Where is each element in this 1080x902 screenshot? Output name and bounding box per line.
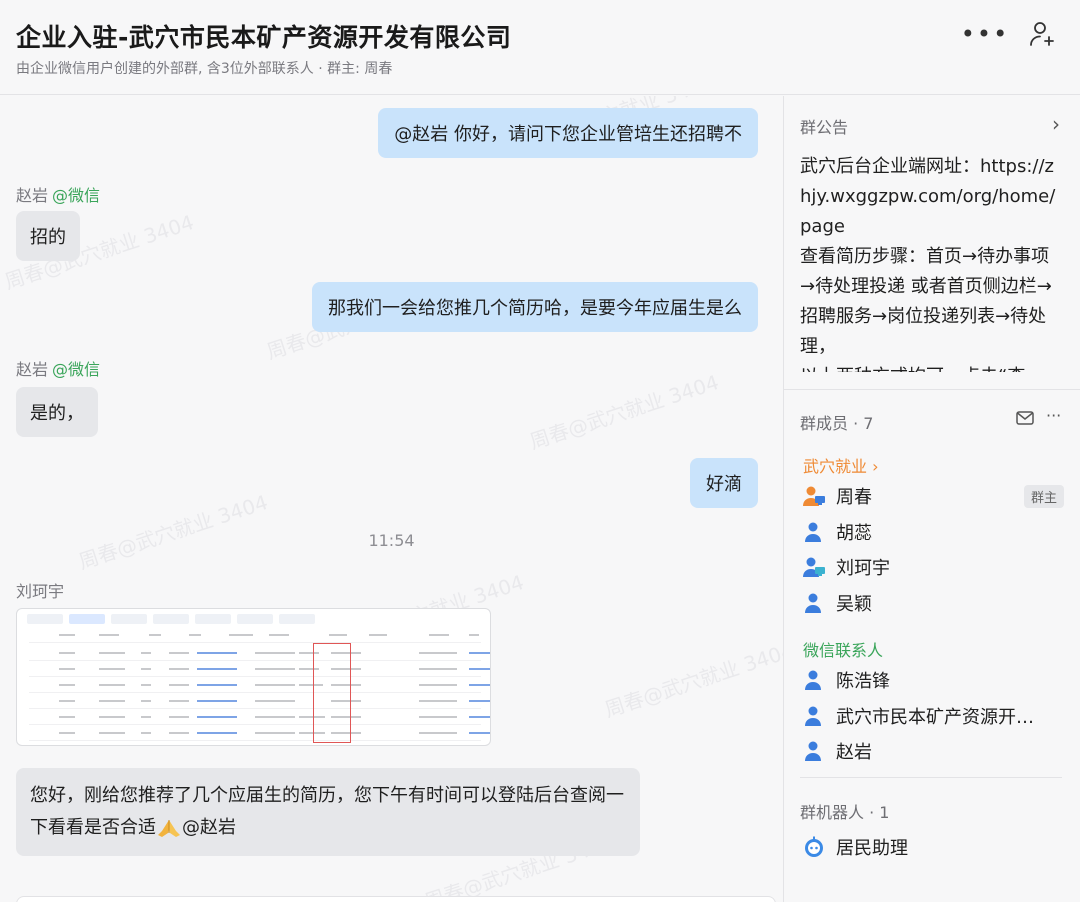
members-title: 群成员 · 7 [800, 414, 874, 433]
member-group-org[interactable]: 武穴就业 › [803, 453, 879, 477]
notice-text: 武穴后台企业端网址：https://zhjy.wxggzpw.com/org/h… [800, 156, 1056, 372]
wechat-tag: @微信 [52, 186, 101, 205]
folded-hands-emoji-icon [158, 820, 180, 837]
message-bubble-incoming[interactable]: 招的 [16, 211, 80, 261]
group-title: 企业入驻-武穴市民本矿产资源开发有限公司 [16, 23, 512, 52]
add-person-icon[interactable] [1022, 14, 1062, 54]
member-item[interactable]: 胡蕊 [802, 518, 1064, 546]
owner-badge: 群主 [1023, 485, 1064, 508]
more-horizontal-icon[interactable]: ••• [961, 14, 1007, 54]
more-horizontal-icon[interactable]: ··· [1046, 406, 1061, 426]
chat-header: 企业入驻-武穴市民本矿产资源开发有限公司 由企业微信用户创建的外部群, 含3位外… [0, 0, 1080, 95]
message-sender: 赵岩 @微信 [16, 186, 101, 205]
message-sender: 刘珂宇 [16, 582, 65, 601]
mail-icon[interactable] [1016, 410, 1034, 426]
person-icon [805, 593, 821, 613]
person-computer-icon [803, 557, 825, 577]
person-icon [805, 522, 821, 542]
message-bubble-outgoing[interactable]: @赵岩 你好，请问下您企业管培生还招聘不 [378, 108, 758, 158]
robot-item[interactable]: 居民助理 [802, 833, 1064, 861]
member-item[interactable]: 吴颖 [802, 589, 1064, 617]
message-bubble-outgoing[interactable]: 那我们一会给您推几个简历哈，是要今年应届生是么 [312, 282, 758, 332]
person-icon [805, 741, 821, 761]
watermark: 周春@武穴就业 3404 [526, 370, 722, 454]
group-info-panel: 群公告 › 武穴后台企业端网址：https://zhjy.wxggzpw.com… [784, 96, 1080, 902]
message-bubble-incoming[interactable]: 是的， [16, 387, 98, 437]
robots-title: 群机器人 · 1 [800, 803, 890, 822]
member-item[interactable]: 武穴市民本矿产资源开发... [802, 702, 1064, 730]
highlight-box [313, 643, 351, 743]
wechat-tag: @微信 [52, 360, 101, 379]
message-input[interactable] [16, 896, 776, 902]
screenshot-thumbnail[interactable] [16, 608, 491, 746]
divider [800, 777, 1062, 778]
person-icon [805, 670, 821, 690]
message-timestamp: 11:54 [368, 531, 415, 550]
owner-avatar-icon [803, 486, 825, 506]
divider [784, 389, 1080, 390]
message-bubble-incoming[interactable]: 您好，刚给您推荐了几个应届生的简历，您下午有时间可以登陆后台查阅一下看看是否合适… [16, 768, 640, 856]
member-item[interactable]: 赵岩 [802, 737, 1064, 765]
message-list[interactable]: 周春@武穴就业 3404 周春@武穴就业 3404 周春@武穴就业 3404 周… [0, 96, 783, 902]
watermark: 周春@武穴就业 3404 [601, 638, 783, 722]
member-item[interactable]: 陈浩锋 [802, 666, 1064, 694]
thumbnail-tabs [27, 614, 315, 624]
message-sender: 赵岩 @微信 [16, 360, 101, 379]
chevron-right-icon: › [867, 457, 879, 476]
member-group-wechat: 微信联系人 [803, 641, 884, 660]
member-item[interactable]: 刘珂宇 [802, 553, 1064, 581]
person-icon [805, 706, 821, 726]
chevron-right-icon[interactable]: › [1052, 112, 1060, 136]
message-bubble-outgoing[interactable]: 好滴 [690, 458, 758, 508]
group-notice[interactable]: 武穴后台企业端网址：https://zhjy.wxggzpw.com/org/h… [800, 152, 1062, 372]
group-subtitle: 由企业微信用户创建的外部群, 含3位外部联系人 · 群主: 周春 [16, 61, 393, 77]
notice-title: 群公告 [800, 118, 849, 137]
mention[interactable]: @赵岩 [182, 817, 236, 838]
member-item[interactable]: 周春 群主 [802, 482, 1064, 510]
robot-icon [805, 836, 823, 857]
